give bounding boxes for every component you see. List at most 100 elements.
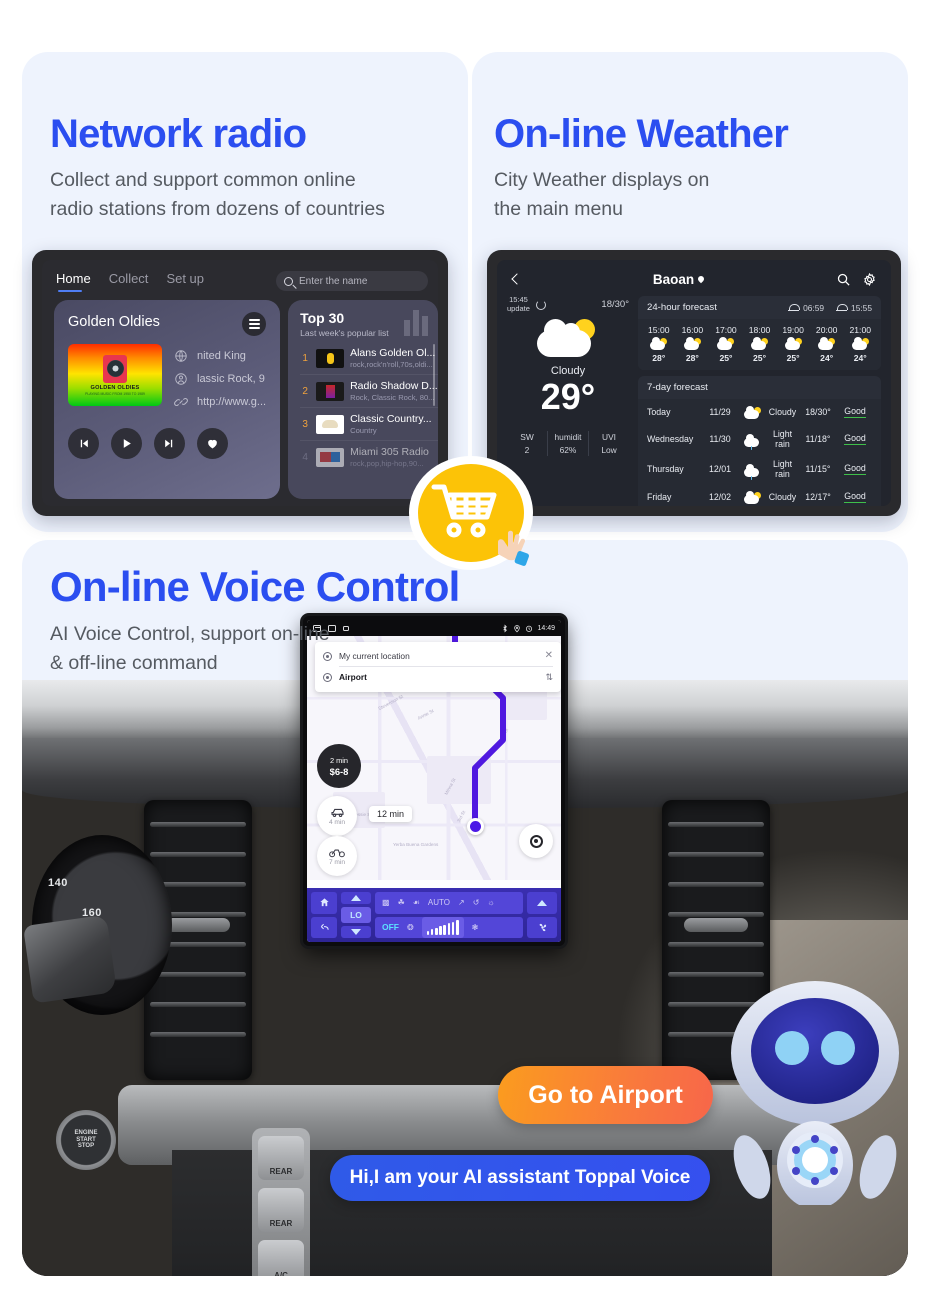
refresh-icon[interactable] xyxy=(535,299,546,310)
daily-temp: 12/17° xyxy=(805,491,831,502)
chart-bars-decoration xyxy=(404,310,429,336)
ride-estimate-badge[interactable]: 2 min $6-8 xyxy=(317,744,361,788)
partly-cloudy-icon xyxy=(650,337,668,350)
weather-stats: SW 2 humidit 62% UVI Low xyxy=(507,431,629,457)
hourly-time: 15:00 xyxy=(648,325,670,335)
robot-face-screen xyxy=(751,998,879,1104)
voice-feature-title: On-line Voice Control xyxy=(50,563,460,610)
auto-label[interactable]: AUTO xyxy=(428,898,450,907)
recenter-icon[interactable] xyxy=(519,824,553,858)
favorite-button[interactable] xyxy=(197,428,228,459)
list-item[interactable]: 2 Radio Shadow D... Rock, Classic Rock, … xyxy=(300,375,438,408)
rear-defrost-label: REAR xyxy=(269,1167,293,1176)
radio-tab-home[interactable]: Home xyxy=(56,271,91,292)
front-defrost-icon[interactable]: ☘ xyxy=(398,898,405,907)
hand-icon xyxy=(482,514,529,566)
swap-icon[interactable]: ⇅ xyxy=(545,672,553,683)
partly-cloudy-icon xyxy=(818,337,836,350)
rear-window-label: REAR xyxy=(269,1219,293,1228)
assistant-reply-bubble[interactable]: Hi,I am your AI assistant Toppal Voice xyxy=(330,1155,710,1201)
chevron-up-icon-right[interactable] xyxy=(527,892,557,914)
previous-track-button[interactable] xyxy=(68,428,99,459)
rear-defrost-icon[interactable]: ☙ xyxy=(413,898,420,907)
top-list-scrollbar[interactable] xyxy=(432,344,436,406)
back-arrow-icon[interactable] xyxy=(311,916,337,938)
airflow-icon[interactable]: ↗ xyxy=(458,898,465,907)
daily-icon-cell xyxy=(737,404,767,419)
radio-search-input[interactable]: Enter the name xyxy=(276,271,428,291)
daily-row[interactable]: Friday 12/02 Cloudy 12/17° Good xyxy=(638,484,881,506)
daily-air-quality: Good xyxy=(838,463,872,475)
route-eta-chip: 12 min xyxy=(369,806,413,822)
ac-button[interactable]: A/C xyxy=(258,1240,304,1276)
car-icon xyxy=(330,808,344,817)
recirculate-icon[interactable]: ↺ xyxy=(473,898,480,907)
climate-mode-row: ▩ ☘ ☙ AUTO ↗ ↺ ☼ xyxy=(375,892,523,914)
windshield-icon[interactable]: ☼ xyxy=(487,898,494,907)
chevron-up-icon[interactable] xyxy=(341,892,371,904)
daily-row[interactable]: Wednesday 11/30 Light rain 11/18° Good xyxy=(638,424,881,454)
daily-date: 12/02 xyxy=(708,491,731,502)
next-track-button[interactable] xyxy=(154,428,185,459)
rear-window-button[interactable]: REAR xyxy=(258,1188,304,1232)
robot-chest-dot xyxy=(811,1177,819,1185)
close-icon[interactable]: ✕ xyxy=(545,651,553,661)
fan-decrease-icon[interactable]: ❂ xyxy=(407,923,414,932)
station-meta-list: nited King lassic Rock, 9 http://www.g..… xyxy=(174,344,266,415)
daily-row[interactable]: Today 11/29 Cloudy 18/30° Good xyxy=(638,399,881,424)
robot-arm-right xyxy=(859,1135,897,1199)
radio-search-placeholder: Enter the name xyxy=(299,275,368,287)
hourly-time: 17:00 xyxy=(715,325,737,335)
sunrise-time: 06:59 xyxy=(803,302,825,313)
partly-cloudy-icon xyxy=(717,337,735,350)
partly-cloudy-icon xyxy=(683,337,701,350)
chevron-down-icon[interactable] xyxy=(341,926,371,938)
hourly-item: 15:00 28° xyxy=(642,325,676,363)
radio-feature-subtitle: Collect and support common online radio … xyxy=(50,169,385,221)
list-item[interactable]: 1 Alans Golden Ol... rock,rock'n'roll,70… xyxy=(300,342,438,375)
stat-humidity-label: humidit xyxy=(554,432,582,443)
robot-chest-dot xyxy=(830,1167,838,1175)
daily-air-quality: Good xyxy=(838,491,872,503)
seat-heat-icon[interactable]: ▩ xyxy=(382,898,390,907)
ac-off-label[interactable]: OFF xyxy=(382,922,399,932)
hourly-time: 18:00 xyxy=(748,325,771,335)
list-item-text: Radio Shadow D... Rock, Classic Rock, 80… xyxy=(350,380,438,402)
radio-feature-title: Network radio xyxy=(50,112,307,156)
daily-condition: Light rain xyxy=(772,459,793,479)
weather-city[interactable]: Baoan xyxy=(653,272,706,287)
travel-mode-car[interactable]: 4 min xyxy=(317,796,357,836)
travel-mode-bike[interactable]: 7 min xyxy=(317,836,357,876)
temp-lo-label[interactable]: LO xyxy=(341,907,371,923)
daily-row[interactable]: Thursday 12/01 Light rain 11/15° Good xyxy=(638,454,881,484)
player-list-menu-icon[interactable] xyxy=(242,312,267,336)
hourly-item: 16:00 28° xyxy=(676,325,710,363)
shopping-cart-badge[interactable] xyxy=(409,456,533,570)
meta-country-text: nited King xyxy=(197,350,246,362)
home-icon[interactable] xyxy=(311,892,337,914)
fan-increase-icon[interactable]: ❃ xyxy=(472,923,479,932)
back-chevron-icon[interactable] xyxy=(511,273,523,285)
list-item[interactable]: 3 Classic Country... Country xyxy=(300,408,438,441)
stat-uvi: UVI Low xyxy=(588,431,629,457)
radio-tab-collect[interactable]: Collect xyxy=(109,271,149,291)
hourly-title: 24-hour forecast xyxy=(647,302,717,313)
play-button[interactable] xyxy=(111,428,142,459)
radio-tab-setup[interactable]: Set up xyxy=(166,271,204,291)
ride-price: $6-8 xyxy=(329,765,349,777)
engine-start-stop-button[interactable]: ENGINE START STOP xyxy=(56,1110,116,1170)
fan-icon[interactable] xyxy=(527,916,557,938)
robot-chest-dot xyxy=(811,1135,819,1143)
search-icon[interactable] xyxy=(836,272,851,287)
radio-heading-block: Network radio Collect and support common… xyxy=(50,114,385,225)
daily-air-label: Good xyxy=(844,405,866,418)
hourly-time: 20:00 xyxy=(815,325,838,335)
list-item-rank: 4 xyxy=(302,451,308,463)
globe-icon xyxy=(175,350,187,362)
rear-defrost-button[interactable]: REAR xyxy=(258,1136,304,1180)
list-item-rank: 2 xyxy=(302,385,308,397)
fan-speed-bars[interactable] xyxy=(421,917,464,938)
weather-update-row: 15:45 update 18/30° xyxy=(507,295,629,313)
voice-command-bubble[interactable]: Go to Airport xyxy=(498,1066,713,1124)
gear-icon[interactable] xyxy=(862,272,877,287)
